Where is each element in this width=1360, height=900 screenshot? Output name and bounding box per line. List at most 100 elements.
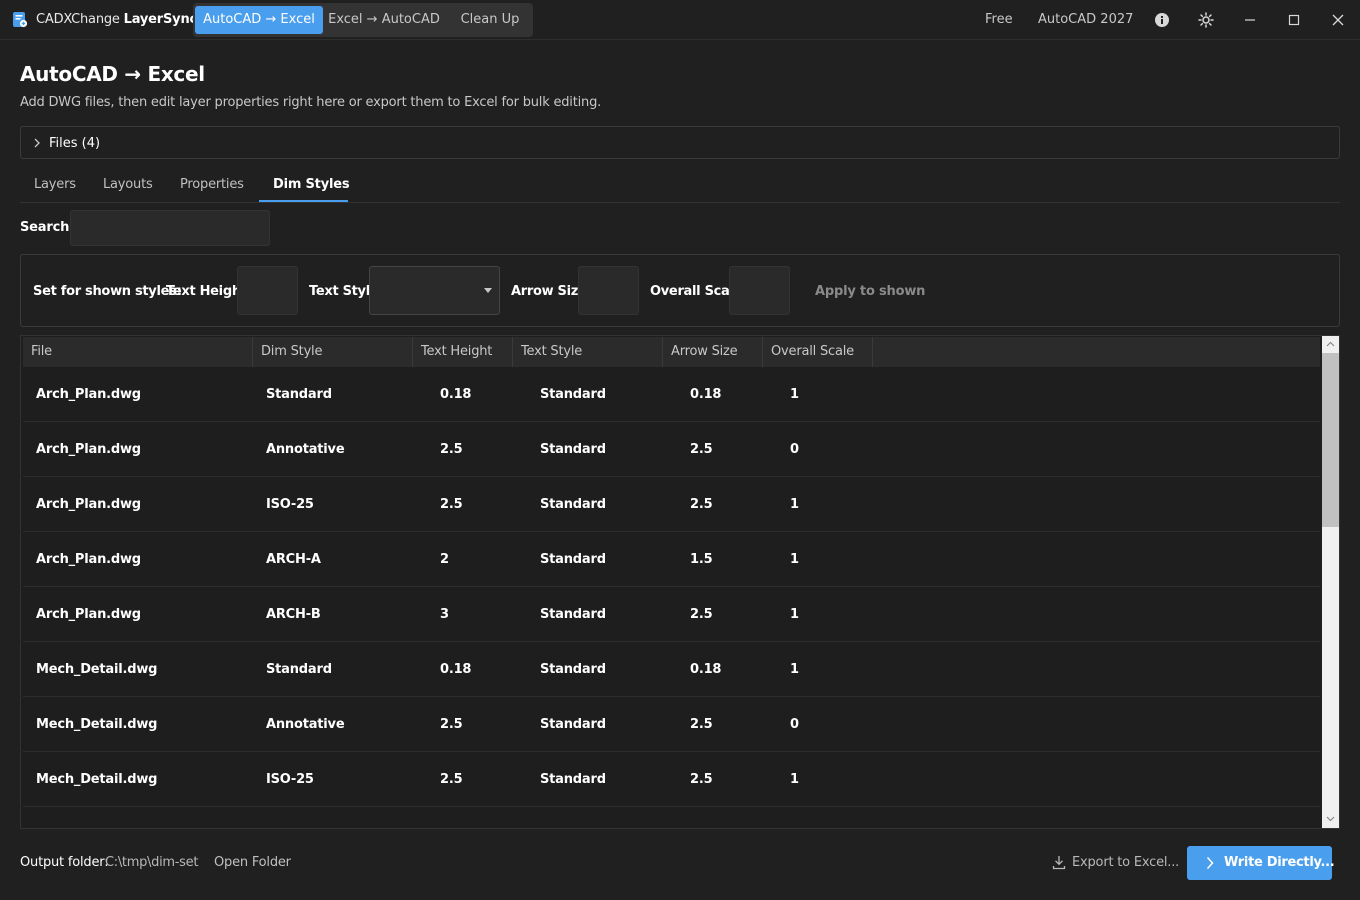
bulk-arrow-size-input[interactable] [578, 266, 639, 315]
files-panel[interactable]: Files (4) [20, 126, 1340, 159]
mode-autocad-to-excel[interactable]: AutoCAD → Excel [195, 6, 323, 34]
export-to-excel-label: Export to Excel... [1072, 855, 1180, 870]
close-icon[interactable] [1330, 12, 1346, 28]
chevron-right-icon [34, 138, 40, 148]
apply-to-shown-button[interactable]: Apply to shown [815, 284, 925, 299]
cell-arrow-size[interactable]: 0.18 [690, 642, 721, 697]
table-row[interactable]: Arch_Plan.dwg ISO-25 2.5 Standard 2.5 1 [23, 477, 1320, 532]
write-directly-button[interactable]: Write Directly... [1187, 846, 1335, 880]
app-logo-icon [13, 12, 28, 28]
cell-overall-scale[interactable]: 1 [790, 752, 799, 807]
output-folder-path: C:\tmp\dim-set [105, 855, 199, 870]
column-header-overall-scale[interactable]: Overall Scale [763, 337, 873, 367]
cell-overall-scale[interactable]: 0 [790, 422, 799, 477]
table-row[interactable]: Arch_Plan.dwg ARCH-A 2 Standard 1.5 1 [23, 532, 1320, 587]
cell-text-style[interactable]: Standard [540, 532, 606, 587]
maximize-icon[interactable] [1286, 12, 1302, 28]
table-header: File Dim Style Text Height Text Style Ar… [23, 337, 1320, 367]
cell-arrow-size[interactable]: 0.18 [690, 367, 721, 422]
plan-badge[interactable]: Free [985, 12, 1013, 27]
cell-text-style[interactable]: Standard [540, 642, 606, 697]
column-header-arrow-size[interactable]: Arrow Size [663, 337, 763, 367]
cell-arrow-size[interactable]: 1.5 [690, 532, 713, 587]
title-bar: CADXChange LayerSync AutoCAD → Excel Exc… [0, 0, 1360, 40]
info-icon[interactable] [1154, 12, 1170, 28]
cell-overall-scale[interactable]: 1 [790, 642, 799, 697]
column-header-text-height[interactable]: Text Height [413, 337, 513, 367]
cell-text-height[interactable]: 2.5 [440, 422, 463, 477]
tab-layouts[interactable]: Layouts [103, 177, 153, 192]
cell-dim-style: Standard [266, 662, 332, 677]
table-body: Arch_Plan.dwg Standard 0.18 Standard 0.1… [23, 367, 1320, 828]
cell-arrow-size[interactable]: 2.5 [690, 752, 713, 807]
cell-arrow-size[interactable]: 2.5 [690, 587, 713, 642]
open-folder-button[interactable]: Open Folder [214, 855, 291, 870]
scroll-up-icon[interactable] [1326, 340, 1335, 349]
bulk-text-style-select[interactable] [369, 266, 500, 315]
cell-text-style[interactable]: Standard [540, 367, 606, 422]
bulk-text-height-input[interactable] [237, 266, 298, 315]
cell-text-style[interactable]: Standard [540, 422, 606, 477]
cell-overall-scale[interactable]: 1 [790, 367, 799, 422]
table-row[interactable]: Arch_Plan.dwg ARCH-B 3 Standard 2.5 1 [23, 587, 1320, 642]
cell-dim-style: Annotative [266, 717, 345, 732]
tab-dim-styles[interactable]: Dim Styles [273, 177, 350, 192]
minimize-icon[interactable] [1242, 12, 1258, 28]
bulk-set-panel: Set for shown styles: Text Height Text S… [20, 254, 1340, 327]
cell-file: Arch_Plan.dwg [36, 387, 141, 402]
cell-overall-scale[interactable]: 1 [790, 477, 799, 532]
table-row[interactable]: Mech_Detail.dwg Standard 0.18 Standard 0… [23, 642, 1320, 697]
sun-icon[interactable] [1198, 12, 1214, 28]
table-scrollbar[interactable] [1322, 336, 1339, 828]
column-header-text-style[interactable]: Text Style [513, 337, 663, 367]
cell-overall-scale[interactable]: 1 [790, 587, 799, 642]
cell-text-height[interactable]: 0.18 [440, 642, 471, 697]
cell-file: Arch_Plan.dwg [36, 497, 141, 512]
cell-dim-style: ISO-25 [266, 497, 314, 512]
bulk-overall-scale-input[interactable] [729, 266, 790, 315]
cell-dim-style: ISO-25 [266, 772, 314, 787]
mode-excel-to-autocad[interactable]: Excel → AutoCAD [325, 6, 443, 34]
cell-arrow-size[interactable]: 2.5 [690, 697, 713, 752]
column-header-file[interactable]: File [23, 337, 253, 367]
cell-file: Arch_Plan.dwg [36, 607, 141, 622]
scrollbar-thumb[interactable] [1322, 353, 1339, 527]
cell-file: Mech_Detail.dwg [36, 717, 158, 732]
scroll-down-icon[interactable] [1326, 814, 1335, 823]
cell-overall-scale[interactable]: 1 [790, 532, 799, 587]
cell-text-style[interactable]: Standard [540, 587, 606, 642]
write-directly-label: Write Directly... [1224, 855, 1335, 870]
cell-text-style[interactable]: Standard [540, 697, 606, 752]
cell-arrow-size[interactable]: 2.5 [690, 477, 713, 532]
column-header-dim-style[interactable]: Dim Style [253, 337, 413, 367]
tab-layers[interactable]: Layers [34, 177, 76, 192]
cell-arrow-size[interactable]: 2.5 [690, 422, 713, 477]
table-row[interactable]: Arch_Plan.dwg Standard 0.18 Standard 0.1… [23, 367, 1320, 422]
cell-text-height[interactable]: 2.5 [440, 752, 463, 807]
mode-clean-up[interactable]: Clean Up [447, 6, 533, 34]
cell-text-height[interactable]: 3 [440, 587, 449, 642]
search-input[interactable] [70, 210, 270, 246]
tab-properties[interactable]: Properties [180, 177, 244, 192]
mode-switcher: AutoCAD → Excel Excel → AutoCAD Clean Up [193, 3, 533, 37]
dim-styles-table: File Dim Style Text Height Text Style Ar… [20, 335, 1340, 829]
bulk-text-height-label: Text Height [166, 284, 247, 299]
cell-text-height[interactable]: 2 [440, 532, 449, 587]
active-tab-indicator [259, 200, 348, 202]
bulk-arrow-size-label: Arrow Size [511, 284, 587, 299]
cell-text-height[interactable]: 2.5 [440, 477, 463, 532]
bulk-set-label: Set for shown styles: [33, 284, 182, 299]
chevron-right-icon [1206, 856, 1214, 870]
cell-text-height[interactable]: 2.5 [440, 697, 463, 752]
table-row[interactable]: Arch_Plan.dwg Annotative 2.5 Standard 2.… [23, 422, 1320, 477]
cell-file: Arch_Plan.dwg [36, 442, 141, 457]
cell-text-style[interactable]: Standard [540, 477, 606, 532]
autocad-version[interactable]: AutoCAD 2027 [1038, 12, 1133, 27]
cell-text-height[interactable]: 0.18 [440, 367, 471, 422]
cell-text-style[interactable]: Standard [540, 752, 606, 807]
cell-overall-scale[interactable]: 0 [790, 697, 799, 752]
page-title: AutoCAD → Excel [20, 62, 205, 86]
table-row[interactable]: Mech_Detail.dwg ISO-25 2.5 Standard 2.5 … [23, 752, 1320, 807]
table-row[interactable]: Mech_Detail.dwg Annotative 2.5 Standard … [23, 697, 1320, 752]
bulk-text-style-label: Text Style [309, 284, 379, 299]
